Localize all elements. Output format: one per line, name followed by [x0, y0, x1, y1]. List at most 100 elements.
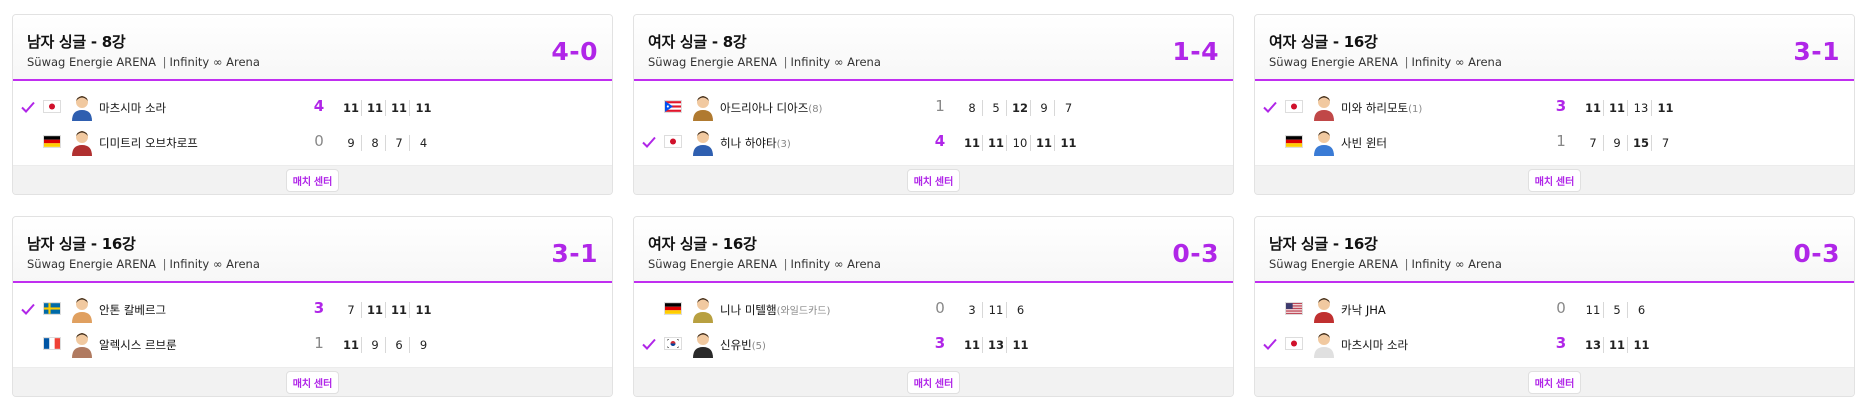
game-score: 6	[1016, 303, 1025, 317]
player-name-text: 마츠시마 소라	[1341, 338, 1409, 352]
match-card[interactable]: 여자 싱글 - 16강 Süwag Energie ARENA | Infinity…	[633, 216, 1234, 397]
match-center-button[interactable]: 매치 센터	[906, 370, 961, 394]
game-score: 4	[419, 136, 428, 150]
game-scores: 11 9 6 9	[341, 337, 437, 353]
player-name[interactable]: 디미트리 오브차로프	[99, 135, 198, 151]
player-row[interactable]: 디미트리 오브차로프 0 9 8 7 4	[13, 125, 612, 160]
match-center-button[interactable]: 매치 센터	[285, 168, 340, 192]
sets-won: 3	[313, 299, 325, 317]
match-center-button[interactable]: 매치 센터	[906, 168, 961, 192]
player-name[interactable]: 사빈 윈터	[1341, 135, 1387, 151]
flag-icon	[664, 302, 682, 315]
sets-won: 3	[934, 334, 946, 352]
venue: Süwag Energie ARENA | Infinity ∞ Arena	[648, 55, 1219, 69]
game-score: 6	[1637, 303, 1646, 317]
game-score: 11	[1034, 135, 1055, 151]
game-scores: 7 11 11 11	[341, 302, 437, 318]
match-header: 남자 싱글 - 16강 Süwag Energie ARENA | Infinity…	[1255, 217, 1854, 283]
player-row[interactable]: 미와 하리모토(1) 3 11 11 13 11	[1255, 90, 1854, 125]
game-score: 10	[1010, 135, 1031, 151]
event-title: 여자 싱글 - 16강	[648, 235, 757, 253]
player-row[interactable]: 사빈 윈터 1 7 9 15 7	[1255, 125, 1854, 160]
match-card[interactable]: 여자 싱글 - 8강 Süwag Energie ARENA | Infinity …	[633, 14, 1234, 195]
player-row[interactable]: 아드리아나 디아즈(8) 1 8 5 12 9 7	[634, 90, 1233, 125]
player-name-text: 알렉시스 르브룬	[99, 338, 177, 352]
game-score: 11	[389, 302, 410, 318]
player-row[interactable]: 마츠시마 소라 3 13 11 11	[1255, 327, 1854, 362]
player-list: 아드리아나 디아즈(8) 1 8 5 12 9 7 히나 하야타(3) 4 11 11 10 11 11	[634, 81, 1233, 165]
game-score: 11	[962, 337, 983, 353]
flag-icon	[43, 337, 61, 350]
match-score: 3-1	[1793, 37, 1840, 66]
player-row[interactable]: 니나 미텔햄(와일드카드) 0 3 11 6	[634, 292, 1233, 327]
winner-check-icon	[641, 134, 657, 150]
winner-check-icon	[20, 99, 36, 115]
winner-check-icon	[20, 301, 36, 317]
game-score: 7	[389, 135, 410, 151]
player-name[interactable]: 안톤 칼베르그	[99, 302, 166, 318]
match-score: 0-3	[1793, 239, 1840, 268]
match-card[interactable]: 남자 싱글 - 16강 Süwag Energie ARENA | Infinity…	[1254, 216, 1855, 397]
table-name: Infinity ∞ Arena	[1411, 55, 1502, 69]
match-center-button[interactable]: 매치 센터	[1527, 168, 1582, 192]
match-center-button[interactable]: 매치 센터	[285, 370, 340, 394]
game-score: 13	[986, 337, 1007, 353]
player-seed: (8)	[808, 104, 823, 115]
player-name-text: 아드리아나 디아즈	[720, 101, 809, 115]
game-score: 7	[1064, 101, 1073, 115]
event-title: 남자 싱글 - 16강	[27, 235, 136, 253]
game-score: 11	[1583, 100, 1604, 116]
avatar	[691, 330, 715, 358]
player-name[interactable]: 미와 하리모토(1)	[1341, 100, 1422, 116]
match-card[interactable]: 남자 싱글 - 16강 Süwag Energie ARENA | Infinity…	[12, 216, 613, 397]
card-footer: 매치 센터	[634, 165, 1233, 194]
game-scores: 3 11 6	[962, 302, 1034, 318]
avatar	[70, 330, 94, 358]
game-score: 11	[986, 135, 1007, 151]
player-name[interactable]: 알렉시스 르브룬	[99, 337, 177, 353]
player-name[interactable]: 아드리아나 디아즈(8)	[720, 100, 822, 116]
player-name[interactable]: 신유빈(5)	[720, 337, 766, 353]
player-row[interactable]: 신유빈(5) 3 11 13 11	[634, 327, 1233, 362]
game-score: 11	[365, 100, 386, 116]
flag-icon	[1285, 100, 1303, 113]
player-row[interactable]: 안톤 칼베르그 3 7 11 11 11	[13, 292, 612, 327]
venue: Süwag Energie ARENA | Infinity ∞ Arena	[648, 257, 1219, 271]
player-seed: (1)	[1408, 104, 1423, 115]
sets-won: 4	[313, 97, 325, 115]
match-card[interactable]: 남자 싱글 - 8강 Süwag Energie ARENA | Infinity …	[12, 14, 613, 195]
venue-separator: |	[779, 55, 788, 69]
winner-check-icon	[641, 336, 657, 352]
match-score: 1-4	[1172, 37, 1219, 66]
player-name[interactable]: 마츠시마 소라	[1341, 337, 1408, 353]
game-score: 3	[962, 302, 983, 318]
game-scores: 11 11 11 11	[341, 100, 437, 116]
winner-check-icon	[1262, 336, 1278, 352]
game-score: 11	[1633, 338, 1650, 352]
flag-icon	[43, 100, 61, 113]
player-name[interactable]: 카낙 JHA	[1341, 302, 1386, 318]
player-name-text: 히나 하야타	[720, 136, 777, 150]
player-row[interactable]: 알렉시스 르브룬 1 11 9 6 9	[13, 327, 612, 362]
match-card[interactable]: 여자 싱글 - 16강 Süwag Energie ARENA | Infinity…	[1254, 14, 1855, 195]
venue: Süwag Energie ARENA | Infinity ∞ Arena	[27, 257, 598, 271]
player-name[interactable]: 마츠시마 소라	[99, 100, 166, 116]
sets-won: 1	[314, 334, 324, 352]
match-score: 0-3	[1172, 239, 1219, 268]
game-score: 11	[1657, 101, 1674, 115]
match-center-button[interactable]: 매치 센터	[1527, 370, 1582, 394]
sets-won: 3	[1555, 334, 1567, 352]
sets-won: 4	[934, 132, 946, 150]
game-score: 9	[341, 135, 362, 151]
player-name[interactable]: 니나 미텔햄(와일드카드)	[720, 302, 830, 318]
flag-icon	[43, 135, 61, 148]
player-name[interactable]: 히나 하야타(3)	[720, 135, 791, 151]
avatar	[1312, 330, 1336, 358]
sets-won: 1	[1556, 132, 1566, 150]
player-row[interactable]: 마츠시마 소라 4 11 11 11 11	[13, 90, 612, 125]
avatar	[1312, 128, 1336, 156]
player-row[interactable]: 히나 하야타(3) 4 11 11 10 11 11	[634, 125, 1233, 160]
winner-check-icon	[1262, 99, 1278, 115]
player-row[interactable]: 카낙 JHA 0 11 5 6	[1255, 292, 1854, 327]
card-footer: 매치 센터	[634, 367, 1233, 396]
